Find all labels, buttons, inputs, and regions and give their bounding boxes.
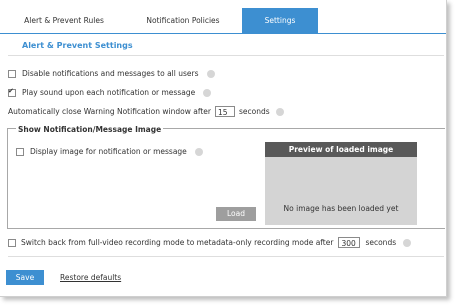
help-icon[interactable] bbox=[206, 69, 215, 78]
play-sound-label: Play sound upon each notification or mes… bbox=[22, 88, 196, 97]
restore-defaults-link[interactable]: Restore defaults bbox=[60, 273, 121, 282]
preview-title: Preview of loaded image bbox=[265, 142, 417, 157]
preview-empty-message: No image has been loaded yet bbox=[283, 204, 399, 213]
switch-back-row: Switch back from full-video recording mo… bbox=[8, 237, 412, 248]
help-icon[interactable] bbox=[203, 88, 212, 97]
auto-close-seconds-input[interactable]: 15 bbox=[214, 106, 235, 117]
switch-back-checkbox[interactable] bbox=[8, 238, 16, 247]
save-button[interactable]: Save bbox=[6, 270, 44, 285]
tab-settings[interactable]: Settings bbox=[242, 8, 318, 33]
play-sound-row: Play sound upon each notification or mes… bbox=[8, 87, 212, 97]
display-image-row: Display image for notification or messag… bbox=[16, 147, 203, 156]
load-button[interactable]: Load bbox=[216, 207, 256, 221]
divider bbox=[8, 256, 444, 257]
display-image-label: Display image for notification or messag… bbox=[30, 147, 187, 156]
display-image-checkbox[interactable] bbox=[16, 147, 24, 156]
switch-back-suffix: seconds bbox=[365, 238, 397, 247]
tab-notification-policies[interactable]: Notification Policies bbox=[128, 8, 238, 33]
image-group-title: Show Notification/Message Image bbox=[16, 125, 164, 134]
image-preview: Preview of loaded image No image has bee… bbox=[265, 142, 417, 225]
tab-alert-prevent-rules[interactable]: Alert & Prevent Rules bbox=[18, 8, 110, 33]
auto-close-row: Automatically close Warning Notification… bbox=[8, 106, 284, 117]
play-sound-checkbox[interactable] bbox=[8, 87, 16, 97]
disable-notifications-row: Disable notifications and messages to al… bbox=[8, 69, 215, 78]
auto-close-label: Automatically close Warning Notification… bbox=[8, 107, 211, 116]
disable-notifications-label: Disable notifications and messages to al… bbox=[22, 69, 199, 78]
disable-notifications-checkbox[interactable] bbox=[8, 69, 16, 78]
help-icon[interactable] bbox=[194, 147, 203, 156]
settings-panel: Alert & Prevent Rules Notification Polic… bbox=[0, 0, 447, 297]
auto-close-suffix: seconds bbox=[238, 107, 270, 116]
section-title: Alert & Prevent Settings bbox=[22, 41, 133, 50]
tab-bar: Alert & Prevent Rules Notification Polic… bbox=[0, 0, 446, 34]
switch-back-seconds-input[interactable]: 300 bbox=[338, 237, 361, 248]
help-icon[interactable] bbox=[275, 107, 284, 116]
help-icon[interactable] bbox=[403, 238, 412, 247]
divider bbox=[8, 55, 444, 56]
switch-back-label: Switch back from full-video recording mo… bbox=[21, 238, 334, 247]
